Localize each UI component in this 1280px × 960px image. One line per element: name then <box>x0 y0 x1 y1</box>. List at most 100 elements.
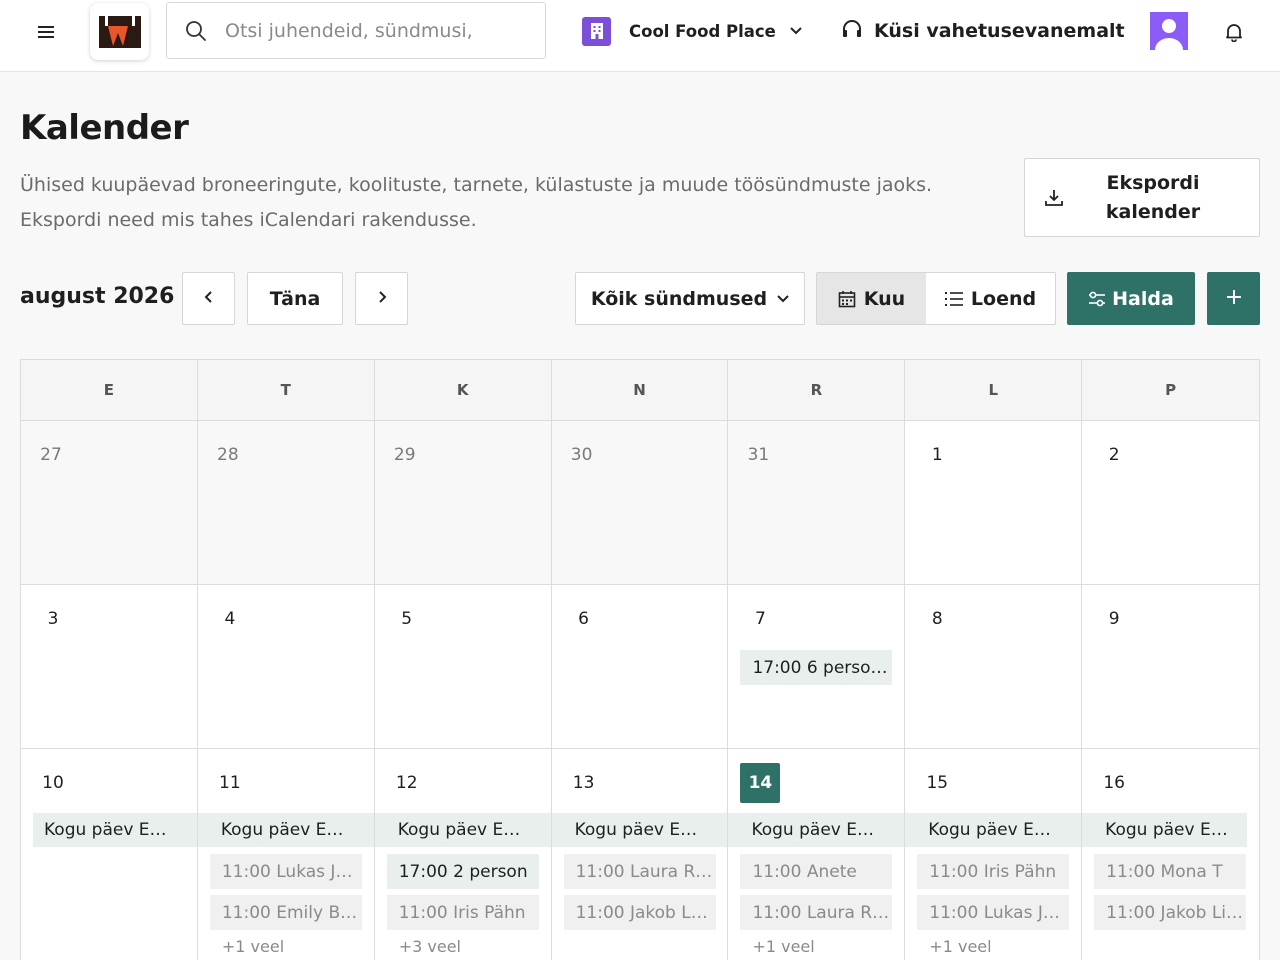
day-number: 3 <box>47 609 59 629</box>
search-input[interactable] <box>225 19 525 42</box>
weekday-label: L <box>905 360 1083 421</box>
bell-icon[interactable] <box>1222 20 1246 44</box>
all-day-event[interactable]: Kogu päev E… <box>197 813 374 847</box>
calendar-event[interactable]: 11:00 Lukas J… <box>917 895 1070 930</box>
calendar-event[interactable]: 11:00 Mona T <box>1094 854 1247 889</box>
avatar[interactable] <box>1150 12 1188 50</box>
calendar-event[interactable]: 11:00 Jakob Li… <box>1094 895 1247 930</box>
day-cell[interactable]: 14 Kogu päev E… 11:00 Anete 11:00 Laura … <box>728 749 906 960</box>
ask-shift-lead-button[interactable]: Küsi vahetusevanemalt <box>842 16 1125 46</box>
day-number: 7 <box>755 609 766 629</box>
more-events-link[interactable]: +1 veel <box>752 937 814 956</box>
day-cell[interactable]: 4 <box>197 585 375 749</box>
day-cell[interactable]: 15 Kogu päev E… 11:00 Iris Pähn 11:00 Lu… <box>905 749 1083 960</box>
export-calendar-button[interactable]: Ekspordi kalender <box>1024 158 1260 237</box>
day-cell[interactable]: 27 <box>21 421 198 585</box>
day-cell[interactable]: 3 <box>21 585 198 749</box>
calendar-event[interactable]: 11:00 Lukas J… <box>209 854 362 889</box>
calendar-event[interactable]: 11:00 Jakob L… <box>563 895 716 930</box>
more-events-link[interactable]: +1 veel <box>929 937 991 956</box>
calendar-event[interactable]: 11:00 Laura R… <box>740 895 893 930</box>
day-cell[interactable]: 8 <box>905 585 1083 749</box>
top-bar: Cool Food Place Küsi vahetusevanemalt <box>0 0 1280 72</box>
day-cell[interactable]: 1 <box>905 421 1083 585</box>
weekday-label: K <box>374 360 552 421</box>
current-month-label: august 2026 <box>20 284 175 309</box>
day-cell[interactable]: 13 Kogu päev E… 11:00 Laura R… 11:00 Jak… <box>551 749 729 960</box>
more-events-link[interactable]: +1 veel <box>222 937 284 956</box>
calendar-week: 27 28 29 30 31 1 2 <box>21 421 1261 585</box>
day-number: 6 <box>578 609 589 629</box>
weekday-label: P <box>1082 360 1261 421</box>
day-number: 1 <box>931 445 943 465</box>
app-logo[interactable] <box>90 3 149 60</box>
download-icon <box>1025 188 1083 208</box>
day-cell[interactable]: 11 Kogu päev E… 11:00 Lukas J… 11:00 Emi… <box>197 749 375 960</box>
event-filter-select[interactable]: Kõik sündmused <box>575 272 805 325</box>
building-icon <box>582 16 611 46</box>
day-number: 5 <box>401 609 413 629</box>
day-cell[interactable]: 30 <box>551 421 729 585</box>
chevron-left-icon <box>204 289 214 308</box>
day-number: 31 <box>747 445 770 465</box>
hamburger-menu-icon[interactable] <box>30 22 62 42</box>
search-box[interactable] <box>166 2 546 59</box>
previous-month-button[interactable] <box>182 272 235 325</box>
all-day-event[interactable]: Kogu päev E… <box>905 813 1082 847</box>
chevron-down-icon <box>777 294 789 303</box>
day-number: 28 <box>217 445 239 465</box>
calendar-event[interactable]: 11:00 Laura R… <box>563 854 716 889</box>
place-selector[interactable]: Cool Food Place <box>582 16 802 46</box>
ask-label: Küsi vahetusevanemalt <box>874 20 1125 42</box>
place-name: Cool Food Place <box>629 21 776 41</box>
manage-button[interactable]: Halda <box>1067 272 1195 325</box>
calendar-event[interactable]: 11:00 Emily B… <box>209 895 362 930</box>
weekday-label: R <box>728 360 906 421</box>
calendar-event[interactable]: 17:00 6 perso… <box>740 650 893 685</box>
view-month-button[interactable]: Kuu <box>817 273 926 324</box>
page-description: Ühised kuupäevad broneeringute, koolitus… <box>20 174 933 231</box>
day-number: 30 <box>570 445 593 465</box>
day-cell[interactable]: 29 <box>374 421 552 585</box>
day-number: 8 <box>931 609 943 629</box>
day-cell[interactable]: 16 Kogu päev E… 11:00 Mona T 11:00 Jakob… <box>1082 749 1261 960</box>
day-number: 9 <box>1108 609 1120 629</box>
calendar-event[interactable]: 11:00 Anete <box>740 854 893 889</box>
calendar-event[interactable]: 11:00 Iris Pähn <box>917 854 1070 889</box>
calendar-icon <box>838 290 856 308</box>
day-cell[interactable]: 7 17:00 6 perso… <box>728 585 906 749</box>
calendar-event[interactable]: 17:00 2 person <box>386 854 539 889</box>
day-cell[interactable]: 5 <box>374 585 552 749</box>
day-cell[interactable]: 12 Kogu päev E… 17:00 2 person 11:00 Iri… <box>374 749 552 960</box>
calendar-event[interactable]: 11:00 Iris Pähn <box>386 895 539 930</box>
all-day-event[interactable]: Kogu päev E… <box>551 813 728 847</box>
weekday-label: N <box>551 360 729 421</box>
day-cell[interactable]: 2 <box>1082 421 1261 585</box>
day-number: 16 <box>1103 773 1125 793</box>
day-cell[interactable]: 28 <box>197 421 375 585</box>
day-number: 13 <box>572 773 595 793</box>
export-label: Ekspordi kalender <box>1105 171 1201 223</box>
chevron-right-icon <box>377 289 387 308</box>
all-day-event[interactable]: Kogu päev E… <box>374 813 551 847</box>
day-cell[interactable]: 10 Kogu päev E… <box>21 749 198 960</box>
day-cell[interactable]: 9 <box>1082 585 1261 749</box>
view-list-button[interactable]: Loend <box>926 273 1055 324</box>
day-cell[interactable]: 6 <box>551 585 729 749</box>
add-event-button[interactable] <box>1207 272 1260 325</box>
list-icon <box>944 291 963 307</box>
all-day-event[interactable]: Kogu päev E… <box>33 813 197 847</box>
manage-label: Halda <box>1112 287 1174 310</box>
today-button[interactable]: Täna <box>247 272 343 325</box>
weekday-label: E <box>21 360 198 421</box>
weekday-header: E T K N R L P <box>21 360 1261 421</box>
next-month-button[interactable] <box>355 272 408 325</box>
chevron-down-icon <box>790 27 802 35</box>
all-day-event[interactable]: Kogu päev E… <box>728 813 905 847</box>
more-events-link[interactable]: +3 veel <box>399 937 461 956</box>
day-number: 27 <box>40 445 62 465</box>
day-number: 29 <box>393 445 416 465</box>
page-title: Kalender <box>20 108 189 148</box>
day-cell[interactable]: 31 <box>728 421 906 585</box>
all-day-event[interactable]: Kogu päev E… <box>1082 813 1248 847</box>
